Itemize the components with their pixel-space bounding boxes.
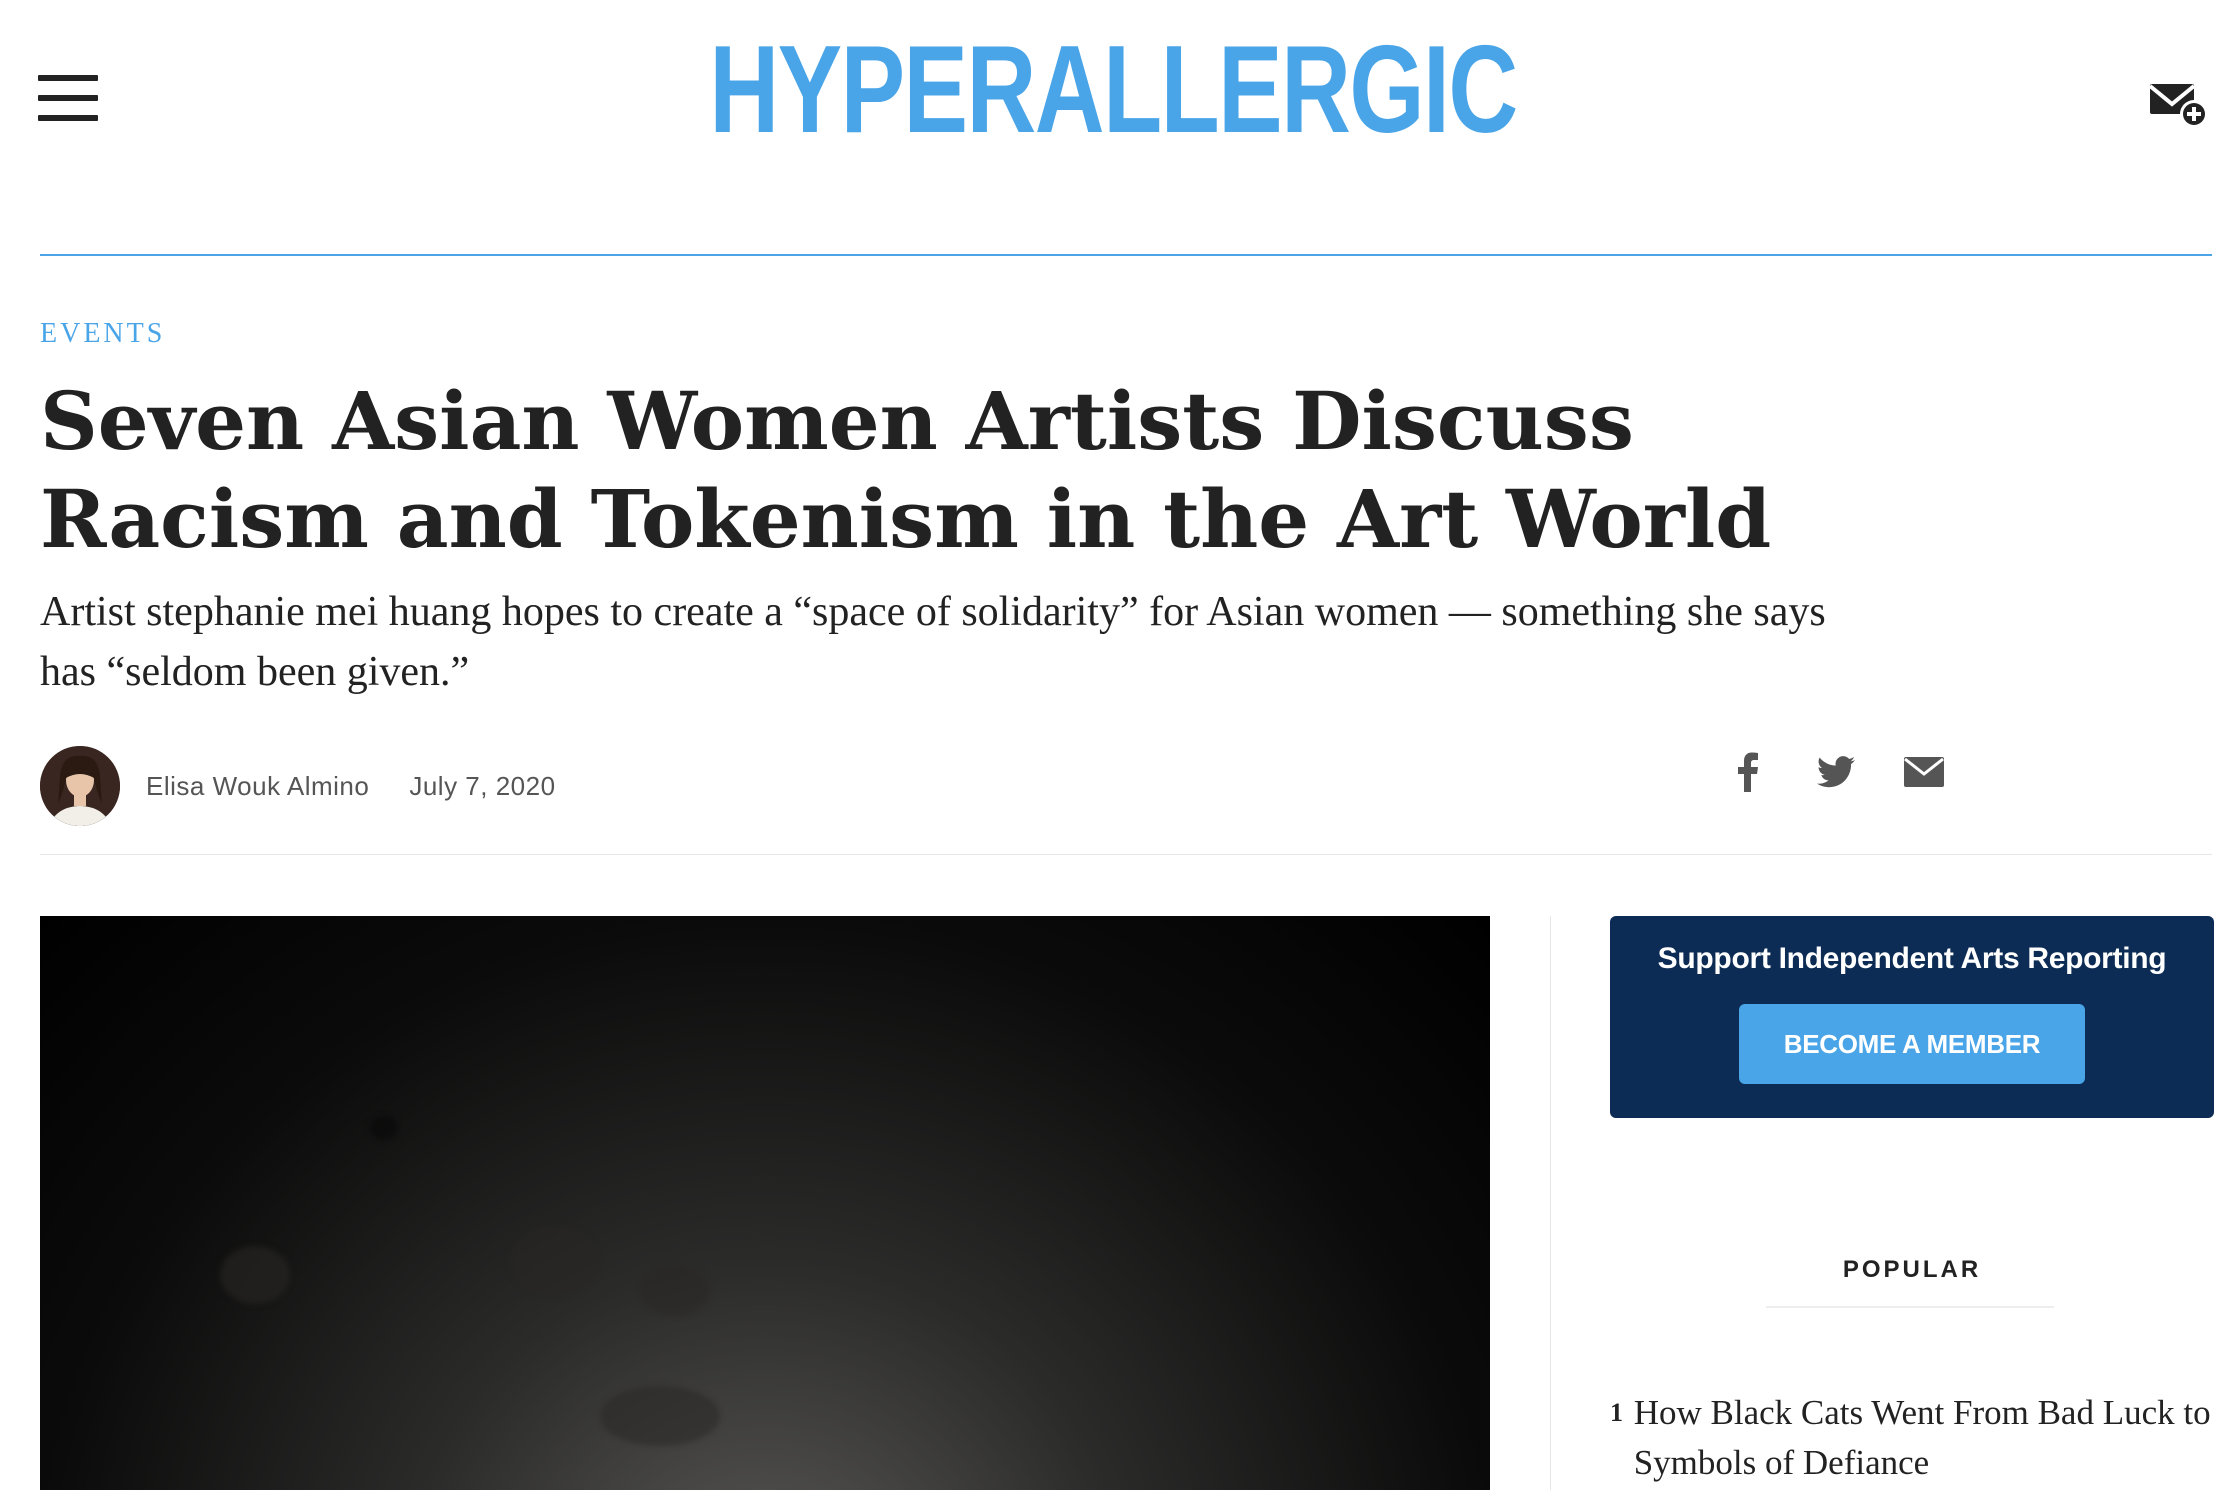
category-link[interactable]: EVENTS: [40, 318, 165, 350]
author-name[interactable]: Elisa Wouk Almino: [146, 771, 369, 802]
site-logo[interactable]: HYPERALLERGIC: [245, 28, 1981, 152]
publish-date: July 7, 2020: [409, 770, 556, 801]
mail-plus-icon[interactable]: [2148, 80, 2212, 130]
byline-divider: [40, 854, 2212, 855]
popular-item: 1 How Black Cats Went From Bad Luck to S…: [1610, 1388, 2214, 1488]
article-dek: Artist stephanie mei huang hopes to crea…: [40, 589, 1826, 695]
popular-divider: [1766, 1306, 2054, 1308]
byline: Elisa Wouk Almino July 7, 2020: [40, 746, 556, 826]
author-avatar[interactable]: [40, 746, 120, 826]
header-divider: [40, 254, 2212, 256]
hamburger-menu-icon[interactable]: [38, 75, 98, 121]
share-buttons: [1724, 748, 1948, 796]
support-title: Support Independent Arts Reporting: [1657, 942, 2167, 975]
popular-heading: POPULAR: [1842, 1256, 1982, 1283]
column-divider: [1550, 916, 1551, 1490]
page: HYPERALLERGIC EVENTS Seven Asian Women A…: [0, 0, 2226, 1490]
popular-link[interactable]: How Black Cats Went From Bad Luck to Sym…: [1634, 1388, 2214, 1488]
hero-image[interactable]: [40, 916, 1490, 1490]
email-icon[interactable]: [1900, 748, 1948, 796]
popular-rank: 1: [1610, 1398, 1623, 1427]
article-headline: Seven Asian Women Artists Discuss Racism…: [40, 374, 1772, 566]
become-member-button[interactable]: BECOME A MEMBER: [1739, 1004, 2085, 1084]
facebook-icon[interactable]: [1724, 748, 1772, 796]
twitter-icon[interactable]: [1812, 748, 1860, 796]
support-box: Support Independent Arts Reporting BECOM…: [1610, 916, 2214, 1118]
